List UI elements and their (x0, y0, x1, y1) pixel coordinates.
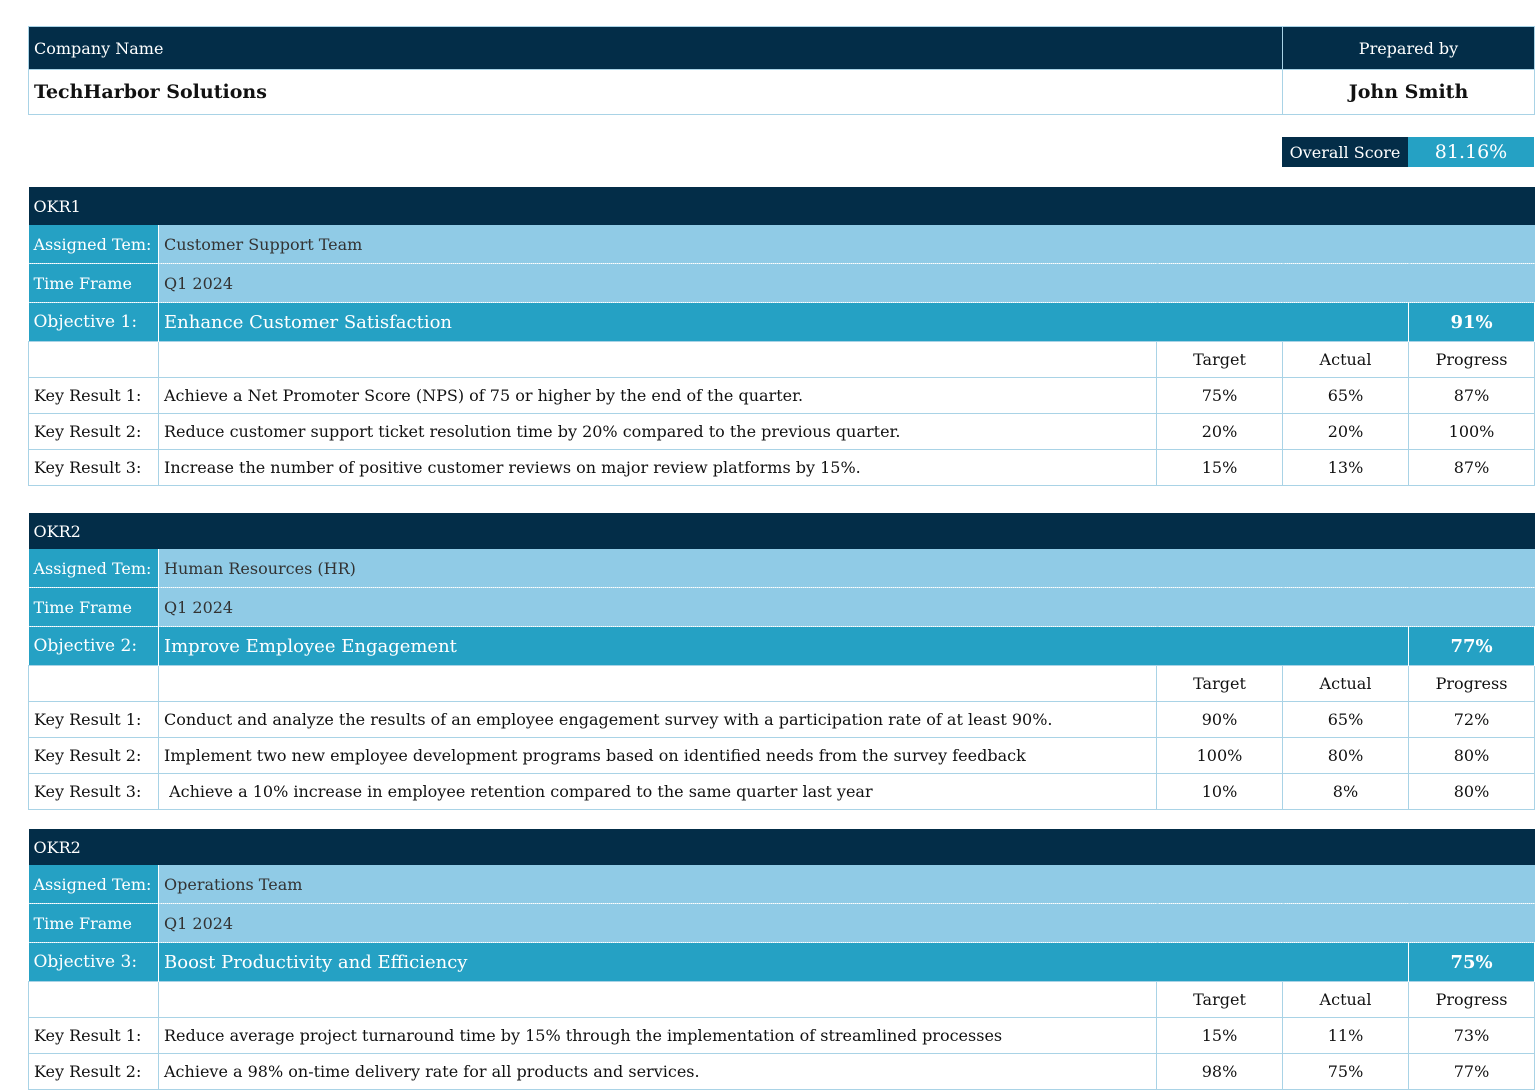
objective-progress: 77% (1408, 626, 1536, 666)
assigned-team-value: Operations Team (158, 865, 1535, 904)
company-header-table: Company Name Prepared by TechHarbor Solu… (28, 26, 1535, 115)
progress-header: Progress (1407, 665, 1536, 702)
key-result-row: Key Result 3: Achieve a 10% increase in … (28, 773, 1536, 810)
key-result-text: Implement two new employee development p… (158, 737, 1157, 774)
header-blank (28, 981, 159, 1018)
time-frame-value: Q1 2024 (158, 587, 1535, 627)
key-result-progress: 73% (1407, 1017, 1536, 1054)
key-result-text: Conduct and analyze the results of an em… (158, 701, 1157, 738)
key-result-actual: 13% (1282, 449, 1409, 486)
objective-text: Improve Employee Engagement (158, 626, 1409, 666)
actual-header: Actual (1282, 341, 1409, 378)
key-result-label: Key Result 3: (28, 773, 159, 810)
key-result-label: Key Result 3: (28, 449, 159, 486)
key-result-target: 10% (1156, 773, 1283, 810)
key-result-label: Key Result 2: (28, 413, 159, 450)
actual-header: Actual (1282, 665, 1409, 702)
key-result-target: 100% (1156, 737, 1283, 774)
objective-progress: 91% (1408, 302, 1536, 342)
assigned-team-label: Assigned Tem: (28, 865, 159, 904)
overall-score-value: 81.16% (1408, 137, 1534, 167)
assigned-team-value: Human Resources (HR) (158, 549, 1535, 588)
key-result-label: Key Result 1: (28, 701, 159, 738)
okr-title: OKR1 (28, 187, 1535, 225)
time-frame-value: Q1 2024 (158, 903, 1535, 943)
objective-label: Objective 3: (28, 942, 159, 982)
key-result-row: Key Result 3: Increase the number of pos… (28, 449, 1536, 486)
target-header: Target (1156, 665, 1283, 702)
key-result-text: Reduce customer support ticket resolutio… (158, 413, 1157, 450)
header-blank (158, 981, 1157, 1018)
overall-score-label: Overall Score (1282, 137, 1408, 167)
key-result-text: Achieve a Net Promoter Score (NPS) of 75… (158, 377, 1157, 414)
key-result-label: Key Result 2: (28, 1053, 159, 1090)
key-result-actual: 8% (1282, 773, 1409, 810)
key-result-label: Key Result 2: (28, 737, 159, 774)
key-result-text: Achieve a 98% on-time delivery rate for … (158, 1053, 1157, 1090)
objective-progress: 75% (1408, 942, 1536, 982)
key-result-actual: 20% (1282, 413, 1409, 450)
prepared-by-value: John Smith (1282, 69, 1535, 115)
key-result-label: Key Result 1: (28, 1017, 159, 1054)
key-result-target: 15% (1156, 449, 1283, 486)
overall-score: Overall Score 81.16% (1282, 137, 1534, 167)
key-result-progress: 87% (1407, 377, 1536, 414)
key-result-text: Achieve a 10% increase in employee reten… (158, 773, 1157, 810)
key-result-target: 20% (1156, 413, 1283, 450)
okr-table: OKR1 Assigned Tem: Customer Support Team… (28, 187, 1536, 486)
time-frame-value: Q1 2024 (158, 263, 1535, 303)
key-result-actual: 80% (1282, 737, 1409, 774)
key-result-progress: 80% (1407, 773, 1536, 810)
header-blank (158, 341, 1157, 378)
key-result-actual: 11% (1282, 1017, 1409, 1054)
actual-header: Actual (1282, 981, 1409, 1018)
key-result-target: 15% (1156, 1017, 1283, 1054)
time-frame-label: Time Frame (28, 903, 159, 943)
time-frame-label: Time Frame (28, 263, 159, 303)
progress-header: Progress (1407, 981, 1536, 1018)
company-name-value: TechHarbor Solutions (28, 69, 1283, 115)
key-result-row: Key Result 2: Implement two new employee… (28, 737, 1536, 774)
header-blank (28, 341, 159, 378)
key-result-row: Key Result 2: Reduce customer support ti… (28, 413, 1536, 450)
key-result-progress: 87% (1407, 449, 1536, 486)
prepared-by-label: Prepared by (1282, 26, 1535, 70)
key-result-progress: 80% (1407, 737, 1536, 774)
assigned-team-label: Assigned Tem: (28, 225, 159, 264)
header-blank (158, 665, 1157, 702)
key-result-actual: 65% (1282, 377, 1409, 414)
okr-table: OKR2 Assigned Tem: Human Resources (HR) … (28, 513, 1536, 810)
key-result-row: Key Result 1: Achieve a Net Promoter Sco… (28, 377, 1536, 414)
assigned-team-value: Customer Support Team (158, 225, 1535, 264)
okr-table: OKR2 Assigned Tem: Operations Team Time … (28, 829, 1536, 1090)
assigned-team-label: Assigned Tem: (28, 549, 159, 588)
company-name-label: Company Name (28, 26, 1283, 70)
key-result-row: Key Result 1: Conduct and analyze the re… (28, 701, 1536, 738)
progress-header: Progress (1407, 341, 1536, 378)
okr-title: OKR2 (28, 829, 1535, 865)
header-blank (28, 665, 159, 702)
key-result-target: 75% (1156, 377, 1283, 414)
key-result-target: 90% (1156, 701, 1283, 738)
key-result-target: 98% (1156, 1053, 1283, 1090)
key-result-progress: 77% (1407, 1053, 1536, 1090)
key-result-label: Key Result 1: (28, 377, 159, 414)
time-frame-label: Time Frame (28, 587, 159, 627)
target-header: Target (1156, 341, 1283, 378)
key-result-progress: 100% (1407, 413, 1536, 450)
objective-text: Boost Productivity and Efficiency (158, 942, 1409, 982)
key-result-row: Key Result 2: Achieve a 98% on-time deli… (28, 1053, 1536, 1090)
objective-label: Objective 2: (28, 626, 159, 666)
key-result-actual: 65% (1282, 701, 1409, 738)
key-result-row: Key Result 1: Reduce average project tur… (28, 1017, 1536, 1054)
okr-title: OKR2 (28, 513, 1535, 549)
key-result-text: Increase the number of positive customer… (158, 449, 1157, 486)
key-result-progress: 72% (1407, 701, 1536, 738)
target-header: Target (1156, 981, 1283, 1018)
key-result-text: Reduce average project turnaround time b… (158, 1017, 1157, 1054)
key-result-actual: 75% (1282, 1053, 1409, 1090)
objective-label: Objective 1: (28, 302, 159, 342)
objective-text: Enhance Customer Satisfaction (158, 302, 1409, 342)
